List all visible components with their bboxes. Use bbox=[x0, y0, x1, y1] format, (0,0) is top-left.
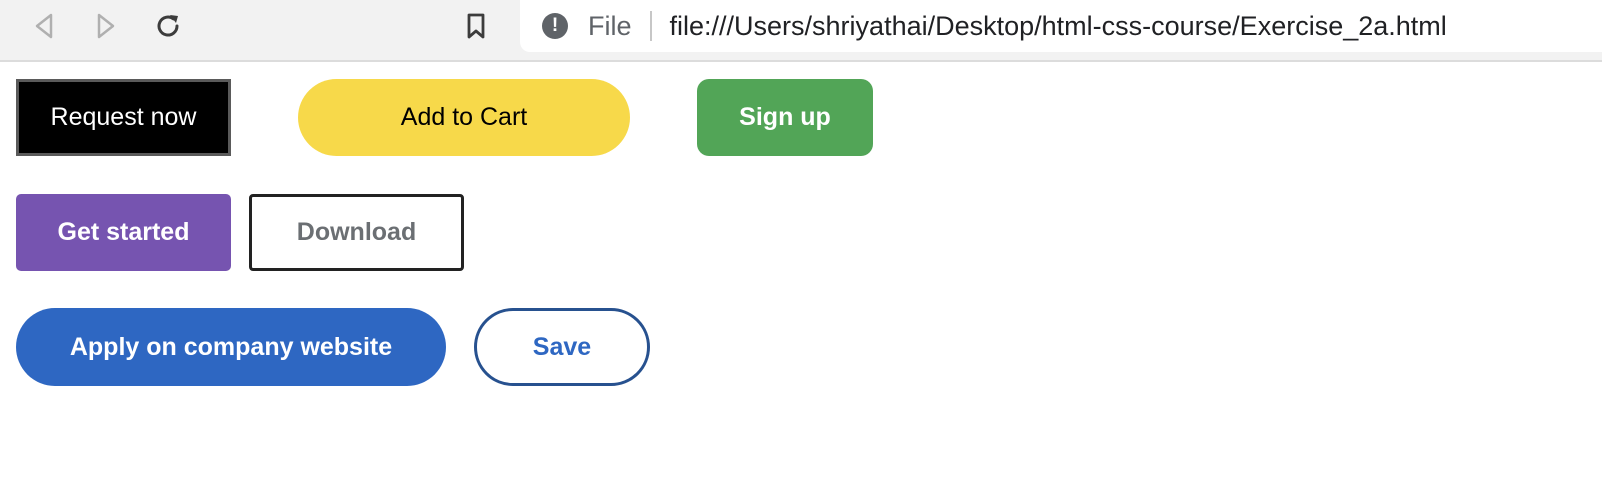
save-button[interactable]: Save bbox=[474, 308, 650, 386]
forward-button[interactable] bbox=[88, 8, 124, 44]
download-button[interactable]: Download bbox=[249, 194, 464, 271]
apply-button[interactable]: Apply on company website bbox=[16, 308, 446, 386]
address-bar[interactable]: ! File file:///Users/shriyathai/Desktop/… bbox=[520, 0, 1602, 52]
request-now-button[interactable]: Request now bbox=[16, 79, 231, 156]
sign-up-button[interactable]: Sign up bbox=[697, 79, 873, 156]
info-icon[interactable]: ! bbox=[542, 13, 568, 39]
back-button[interactable] bbox=[26, 8, 62, 44]
browser-toolbar: ! File file:///Users/shriyathai/Desktop/… bbox=[0, 0, 1602, 62]
add-to-cart-button[interactable]: Add to Cart bbox=[298, 79, 630, 156]
url-divider bbox=[649, 11, 652, 41]
reload-icon bbox=[157, 15, 179, 37]
reload-button[interactable] bbox=[150, 8, 186, 44]
get-started-button[interactable]: Get started bbox=[16, 194, 231, 271]
scheme-label: File bbox=[588, 10, 632, 41]
forward-arrow-icon bbox=[97, 13, 115, 39]
url-text[interactable]: file:///Users/shriyathai/Desktop/html-cs… bbox=[670, 11, 1447, 42]
back-arrow-icon bbox=[35, 13, 53, 39]
bookmark-icon bbox=[467, 13, 485, 39]
bookmark-button[interactable] bbox=[458, 8, 494, 44]
